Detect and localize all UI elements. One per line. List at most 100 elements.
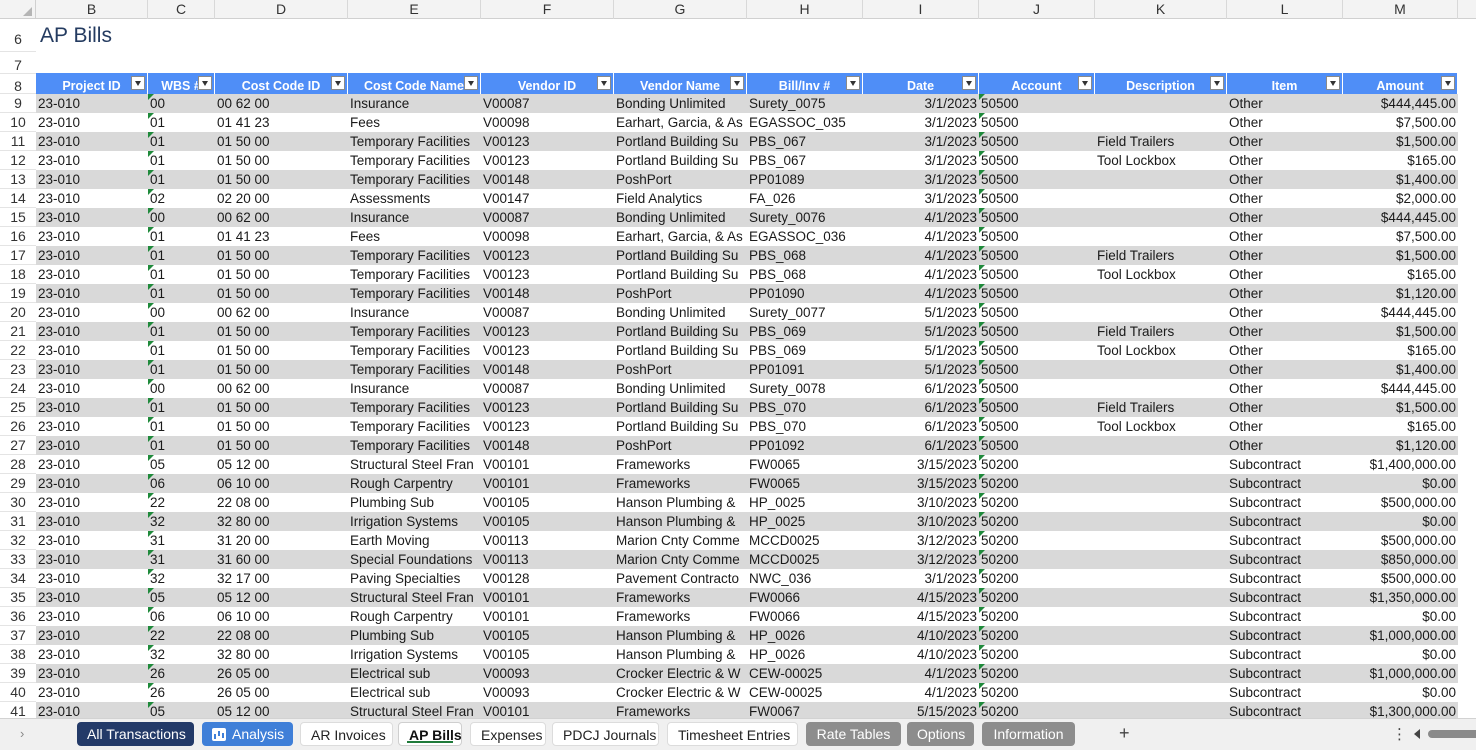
table-cell[interactable]: Tool Lockbox	[1095, 417, 1227, 436]
table-cell[interactable]: Bonding Unlimited	[614, 303, 747, 322]
table-cell[interactable]: Electrical sub	[348, 683, 481, 702]
table-cell[interactable]: 50200	[979, 455, 1095, 474]
column-letter[interactable]: K	[1095, 0, 1227, 19]
table-cell[interactable]: 01	[148, 113, 215, 132]
table-cell[interactable]: FA_026	[747, 189, 863, 208]
table-cell[interactable]: 05	[148, 702, 215, 718]
table-cell[interactable]: Hanson Plumbing &	[614, 645, 747, 664]
table-cell[interactable]: 3/10/2023	[863, 493, 979, 512]
table-cell[interactable]: Field Trailers	[1095, 246, 1227, 265]
table-cell[interactable]	[1095, 379, 1227, 398]
table-cell[interactable]: 31 20 00	[215, 531, 348, 550]
table-cell[interactable]: Subcontract	[1227, 455, 1343, 474]
scrollbar-thumb[interactable]	[1428, 730, 1476, 738]
table-cell[interactable]: $1,500.00	[1343, 398, 1458, 417]
table-cell[interactable]: V00123	[481, 246, 614, 265]
table-cell[interactable]: 23-010	[36, 208, 148, 227]
table-cell[interactable]: 01 50 00	[215, 398, 348, 417]
table-cell[interactable]: 3/1/2023	[863, 113, 979, 132]
table-cell[interactable]: V00087	[481, 94, 614, 113]
table-cell[interactable]: 23-010	[36, 151, 148, 170]
table-cell[interactable]: 23-010	[36, 132, 148, 151]
table-cell[interactable]: V00105	[481, 645, 614, 664]
table-cell[interactable]: 4/15/2023	[863, 588, 979, 607]
table-cell[interactable]: 23-010	[36, 588, 148, 607]
table-cell[interactable]: 32	[148, 569, 215, 588]
table-cell[interactable]: Bonding Unlimited	[614, 208, 747, 227]
table-cell[interactable]: $1,400,000.00	[1343, 455, 1458, 474]
table-cell[interactable]: Temporary Facilities	[348, 398, 481, 417]
row-number[interactable]: 29	[0, 474, 36, 493]
table-cell[interactable]: 4/1/2023	[863, 284, 979, 303]
table-cell[interactable]: 23-010	[36, 702, 148, 718]
table-cell[interactable]: PBS_070	[747, 417, 863, 436]
table-cell[interactable]: $444,445.00	[1343, 208, 1458, 227]
table-cell[interactable]: V00101	[481, 588, 614, 607]
table-cell[interactable]: Marion Cnty Comme	[614, 550, 747, 569]
sheet-tab[interactable]: All Transactions	[77, 722, 194, 746]
filter-dropdown-icon[interactable]	[331, 76, 345, 90]
table-cell[interactable]: 50500	[979, 94, 1095, 113]
table-cell[interactable]: Other	[1227, 94, 1343, 113]
table-cell[interactable]: Other	[1227, 303, 1343, 322]
sheet-tab[interactable]: AR Invoices	[300, 722, 393, 746]
table-cell[interactable]: $1,400.00	[1343, 360, 1458, 379]
table-cell[interactable]: $444,445.00	[1343, 379, 1458, 398]
table-cell[interactable]: V00101	[481, 474, 614, 493]
table-cell[interactable]: $1,300,000.00	[1343, 702, 1458, 718]
table-cell[interactable]: Subcontract	[1227, 474, 1343, 493]
table-cell[interactable]: Fees	[348, 113, 481, 132]
table-cell[interactable]: $165.00	[1343, 341, 1458, 360]
table-cell[interactable]: 32 80 00	[215, 512, 348, 531]
table-cell[interactable]: 22 08 00	[215, 626, 348, 645]
table-cell[interactable]: 50200	[979, 702, 1095, 718]
table-cell[interactable]: PP01092	[747, 436, 863, 455]
row-number[interactable]: 16	[0, 227, 36, 246]
table-cell[interactable]: V00087	[481, 379, 614, 398]
table-cell[interactable]: 32 17 00	[215, 569, 348, 588]
column-letter[interactable]: E	[348, 0, 481, 19]
table-cell[interactable]: 01	[148, 322, 215, 341]
table-cell[interactable]: 50500	[979, 151, 1095, 170]
table-cell[interactable]: Hanson Plumbing &	[614, 512, 747, 531]
table-cell[interactable]: V00101	[481, 702, 614, 718]
table-cell[interactable]	[1095, 227, 1227, 246]
table-cell[interactable]: Subcontract	[1227, 512, 1343, 531]
table-cell[interactable]: HP_0025	[747, 493, 863, 512]
table-cell[interactable]: Crocker Electric & W	[614, 683, 747, 702]
table-cell[interactable]: Field Trailers	[1095, 132, 1227, 151]
table-cell[interactable]: 23-010	[36, 227, 148, 246]
table-cell[interactable]: Subcontract	[1227, 645, 1343, 664]
row-number[interactable]: 19	[0, 284, 36, 303]
table-cell[interactable]: 4/1/2023	[863, 227, 979, 246]
table-cell[interactable]: 23-010	[36, 398, 148, 417]
table-cell[interactable]: Other	[1227, 379, 1343, 398]
filter-dropdown-icon[interactable]	[131, 76, 145, 90]
table-cell[interactable]: 26 05 00	[215, 683, 348, 702]
table-cell[interactable]: 01 50 00	[215, 417, 348, 436]
table-cell[interactable]: V00087	[481, 208, 614, 227]
row-number[interactable]: 15	[0, 208, 36, 227]
row-number[interactable]: 37	[0, 626, 36, 645]
sheet-tab[interactable]: Timesheet Entries	[667, 722, 798, 746]
table-cell[interactable]: 23-010	[36, 626, 148, 645]
table-cell[interactable]: $1,350,000.00	[1343, 588, 1458, 607]
table-cell[interactable]: Hanson Plumbing &	[614, 626, 747, 645]
table-cell[interactable]: 01 50 00	[215, 360, 348, 379]
table-cell[interactable]: 6/1/2023	[863, 379, 979, 398]
table-cell[interactable]: PBS_068	[747, 246, 863, 265]
table-cell[interactable]: Temporary Facilities	[348, 322, 481, 341]
table-cell[interactable]: Subcontract	[1227, 702, 1343, 718]
table-cell[interactable]: Other	[1227, 227, 1343, 246]
table-cell[interactable]: Temporary Facilities	[348, 170, 481, 189]
table-cell[interactable]: MCCD0025	[747, 531, 863, 550]
table-cell[interactable]: 23-010	[36, 607, 148, 626]
sheet-tab[interactable]: Options	[907, 722, 974, 746]
row-number[interactable]: 39	[0, 664, 36, 683]
table-cell[interactable]: 01	[148, 341, 215, 360]
column-letter[interactable]: B	[36, 0, 148, 19]
table-cell[interactable]: 23-010	[36, 341, 148, 360]
table-cell[interactable]: Pavement Contracto	[614, 569, 747, 588]
table-cell[interactable]: Special Foundations	[348, 550, 481, 569]
table-cell[interactable]: 23-010	[36, 417, 148, 436]
